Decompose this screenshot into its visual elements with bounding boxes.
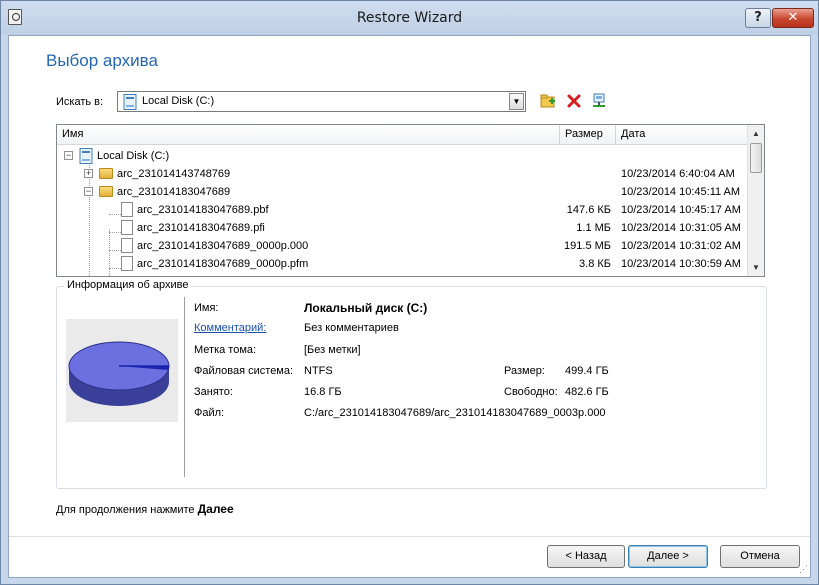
free-label: Свободно:	[504, 386, 558, 398]
resize-grip-icon[interactable]: ⋰	[799, 564, 808, 575]
tree-row-size: 191.5 МБ	[564, 240, 611, 252]
disk-usage-chart	[66, 319, 178, 422]
restore-wizard-window: Restore Wizard ? ✕ Выбор архива Искать в…	[0, 0, 819, 585]
drive-icon	[79, 148, 93, 164]
continue-hint-text: Для продолжения нажмите	[56, 504, 198, 516]
size-value: 499.4 ГБ	[565, 365, 609, 377]
archive-info-group: Информация об архиве Имя: Локальный диск…	[56, 279, 767, 489]
search-location-dropdown[interactable]: Local Disk (C:) ▼	[117, 91, 526, 112]
search-location-value: Local Disk (C:)	[142, 95, 215, 107]
free-value: 482.6 ГБ	[565, 386, 609, 398]
next-button[interactable]: Далее >	[628, 545, 708, 568]
name-label: Имя:	[194, 302, 219, 314]
file-icon	[121, 238, 133, 253]
tree-row-date: 10/23/2014 10:45:11 AM	[621, 186, 741, 198]
comment-value: Без комментариев	[304, 322, 399, 334]
info-divider	[184, 297, 185, 477]
tree-row-file[interactable]: arc_231014183047689.pfi 1.1 МБ 10/23/201…	[57, 219, 747, 237]
expand-icon[interactable]: +	[84, 169, 93, 178]
title-bar[interactable]: Restore Wizard ? ✕	[1, 1, 818, 35]
new-folder-icon[interactable]	[540, 93, 556, 109]
comment-link[interactable]: Комментарий:	[194, 322, 266, 334]
tree-row-name: arc_231014143748769	[117, 168, 231, 180]
drive-icon	[123, 94, 137, 110]
tree-row-name: arc_231014183047689_0000p.000	[137, 240, 309, 252]
disk-pie-icon	[68, 341, 170, 406]
tree-row-name: arc_231014183047689.pbf	[137, 204, 269, 216]
tree-row-size: 1.1 МБ	[576, 222, 611, 234]
file-label: Файл:	[194, 407, 225, 419]
column-date-header[interactable]: Дата	[615, 125, 747, 144]
tree-header: Имя Размер Дата	[57, 125, 747, 145]
tree-row-folder[interactable]: − arc_231014183047689 10/23/2014 10:45:1…	[57, 183, 747, 201]
file-icon	[121, 220, 133, 235]
tree-row-folder[interactable]: + arc_231014143748769 10/23/2014 6:40:04…	[57, 165, 747, 183]
tree-row-name: arc_231014183047689	[117, 186, 231, 198]
collapse-icon[interactable]: −	[84, 187, 93, 196]
folder-icon	[99, 186, 113, 197]
tree-row-name: arc_231014183047689.pfi	[137, 222, 265, 234]
tree-row-file[interactable]: arc_231014183047689_0000p.000 191.5 МБ 1…	[57, 237, 747, 255]
tree-row-file[interactable]: arc_231014183047689.pbf 147.6 КБ 10/23/2…	[57, 201, 747, 219]
volume-value: [Без метки]	[304, 344, 361, 356]
tree-row-date: 10/23/2014 10:31:05 AM	[621, 222, 741, 234]
tree-scrollbar[interactable]: ▲ ▼	[747, 125, 764, 276]
scroll-up-icon[interactable]: ▲	[748, 125, 764, 142]
tree-row-date: 10/23/2014 10:31:02 AM	[621, 240, 741, 252]
scroll-down-icon[interactable]: ▼	[748, 259, 764, 276]
scrollbar-thumb[interactable]	[750, 143, 762, 173]
collapse-icon[interactable]: −	[64, 151, 73, 160]
archive-info-title: Информация об архиве	[64, 279, 192, 291]
tree-row-date: 10/23/2014 10:30:59 AM	[621, 258, 741, 270]
archive-tree[interactable]: Имя Размер Дата − Local Disk (C:) + arc_…	[56, 124, 765, 277]
tree-row-size: 147.6 КБ	[566, 204, 611, 216]
delete-icon[interactable]	[566, 93, 582, 109]
close-button[interactable]: ✕	[772, 8, 814, 28]
name-value: Локальный диск (C:)	[304, 301, 428, 315]
tree-row-file[interactable]: arc_231014183047689_0000p.pfm 3.8 КБ 10/…	[57, 255, 747, 273]
page-title: Выбор архива	[46, 51, 158, 70]
continue-hint: Для продолжения нажмите Далее	[56, 502, 234, 516]
tree-row-name: Local Disk (C:)	[97, 150, 170, 162]
file-icon	[121, 202, 133, 217]
tree-row-name: arc_231014183047689_0000p.pfm	[137, 258, 309, 270]
cancel-button[interactable]: Отмена	[720, 545, 800, 568]
tree-row-date: 10/23/2014 6:40:04 AM	[621, 168, 735, 180]
help-button[interactable]: ?	[745, 8, 771, 28]
search-in-label: Искать в:	[56, 96, 104, 108]
file-icon	[121, 256, 133, 271]
column-name-header[interactable]: Имя	[57, 125, 559, 144]
back-button[interactable]: < Назад	[547, 545, 625, 568]
footer-divider	[9, 536, 810, 537]
tree-row-date: 10/23/2014 10:45:17 AM	[621, 204, 741, 216]
used-value: 16.8 ГБ	[304, 386, 342, 398]
tree-row-size: 3.8 КБ	[579, 258, 611, 270]
filesystem-label: Файловая система:	[194, 365, 294, 377]
network-drive-icon[interactable]	[591, 93, 607, 109]
wizard-content: Выбор архива Искать в: Local Disk (C:) ▼	[8, 35, 811, 578]
column-size-header[interactable]: Размер	[559, 125, 615, 144]
used-label: Занято:	[194, 386, 233, 398]
filesystem-value: NTFS	[304, 365, 333, 377]
chevron-down-icon[interactable]: ▼	[509, 93, 524, 110]
size-label: Размер:	[504, 365, 545, 377]
folder-icon	[99, 168, 113, 179]
file-value: C:/arc_231014183047689/arc_2310141830476…	[304, 407, 606, 419]
volume-label: Метка тома:	[194, 344, 257, 356]
tree-row-local-disk[interactable]: − Local Disk (C:)	[57, 147, 747, 165]
continue-hint-bold: Далее	[197, 502, 234, 516]
window-title: Restore Wizard	[356, 10, 463, 26]
